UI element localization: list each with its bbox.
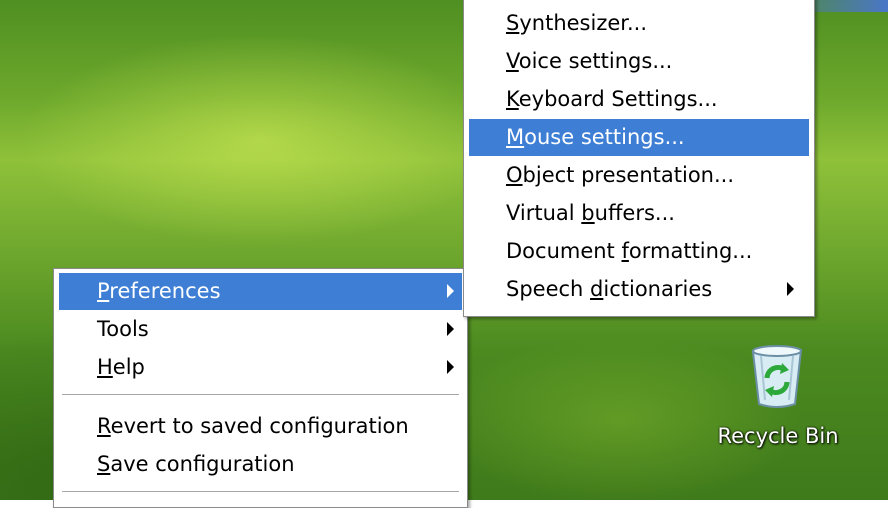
label-post: ictionaries (603, 277, 713, 301)
submenu-item-object-presentation[interactable]: Object presentation... (469, 157, 809, 194)
mnemonic: H (97, 355, 113, 379)
mnemonic: R (97, 414, 111, 438)
label-post: oice settings... (518, 49, 673, 73)
submenu-item-virtual-buffers[interactable]: Virtual buffers... (469, 195, 809, 232)
label-pre: Virtual (506, 201, 582, 225)
nvda-main-menu: Preferences Tools Help Revert to saved c… (53, 268, 468, 508)
label-post: ouse settings... (524, 125, 685, 149)
menu-item-tools[interactable]: Tools (59, 311, 462, 348)
submenu-item-voice-settings[interactable]: Voice settings... (469, 43, 809, 80)
label-pre: Speech (506, 277, 591, 301)
submenu-item-speech-dictionaries[interactable]: Speech dictionaries (469, 271, 809, 308)
label-post: ormatting... (628, 239, 753, 263)
label-post: eyboard Settings... (518, 87, 718, 111)
submenu-item-keyboard-settings[interactable]: Keyboard Settings... (469, 81, 809, 118)
menu-item-label: elp (112, 355, 145, 379)
mnemonic: O (506, 163, 523, 187)
label-post: uffers... (594, 201, 675, 225)
mnemonic: V (506, 49, 519, 73)
mnemonic: P (97, 279, 110, 303)
submenu-arrow-icon (447, 360, 454, 374)
label-pre: Document (506, 239, 622, 263)
label-post: bject presentation... (522, 163, 735, 187)
mnemonic: S (97, 452, 111, 476)
recycle-bin-shortcut[interactable]: Recycle Bin (708, 342, 848, 457)
menu-item-label: ave configuration (110, 452, 295, 476)
submenu-arrow-icon (787, 282, 794, 296)
submenu-item-synthesizer[interactable]: Synthesizer... (469, 5, 809, 42)
menu-item-save-configuration[interactable]: Save configuration (59, 446, 462, 483)
mnemonic: S (506, 11, 520, 35)
submenu-arrow-icon (447, 322, 454, 336)
mnemonic: f (621, 239, 629, 263)
submenu-arrow-icon (447, 284, 454, 298)
submenu-item-mouse-settings[interactable]: Mouse settings... (469, 119, 809, 156)
menu-item-label: references (109, 279, 221, 303)
preferences-submenu: Synthesizer... Voice settings... Keyboar… (463, 0, 815, 317)
recycle-bin-label: Recycle Bin (717, 424, 839, 448)
mnemonic: M (506, 125, 525, 149)
menu-item-label: evert to saved configuration (110, 414, 409, 438)
submenu-item-document-formatting[interactable]: Document formatting... (469, 233, 809, 270)
menu-item-preferences[interactable]: Preferences (59, 273, 462, 310)
mnemonic: d (590, 277, 604, 301)
mnemonic: b (581, 201, 595, 225)
menu-separator (62, 491, 459, 493)
menu-item-revert-configuration[interactable]: Revert to saved configuration (59, 408, 462, 445)
recycle-bin-icon (751, 345, 803, 408)
mnemonic: K (506, 87, 519, 111)
label-post: ynthesizer... (519, 11, 647, 35)
menu-item-label: Tools (97, 317, 149, 341)
menu-item-help[interactable]: Help (59, 349, 462, 386)
menu-separator (62, 394, 459, 396)
